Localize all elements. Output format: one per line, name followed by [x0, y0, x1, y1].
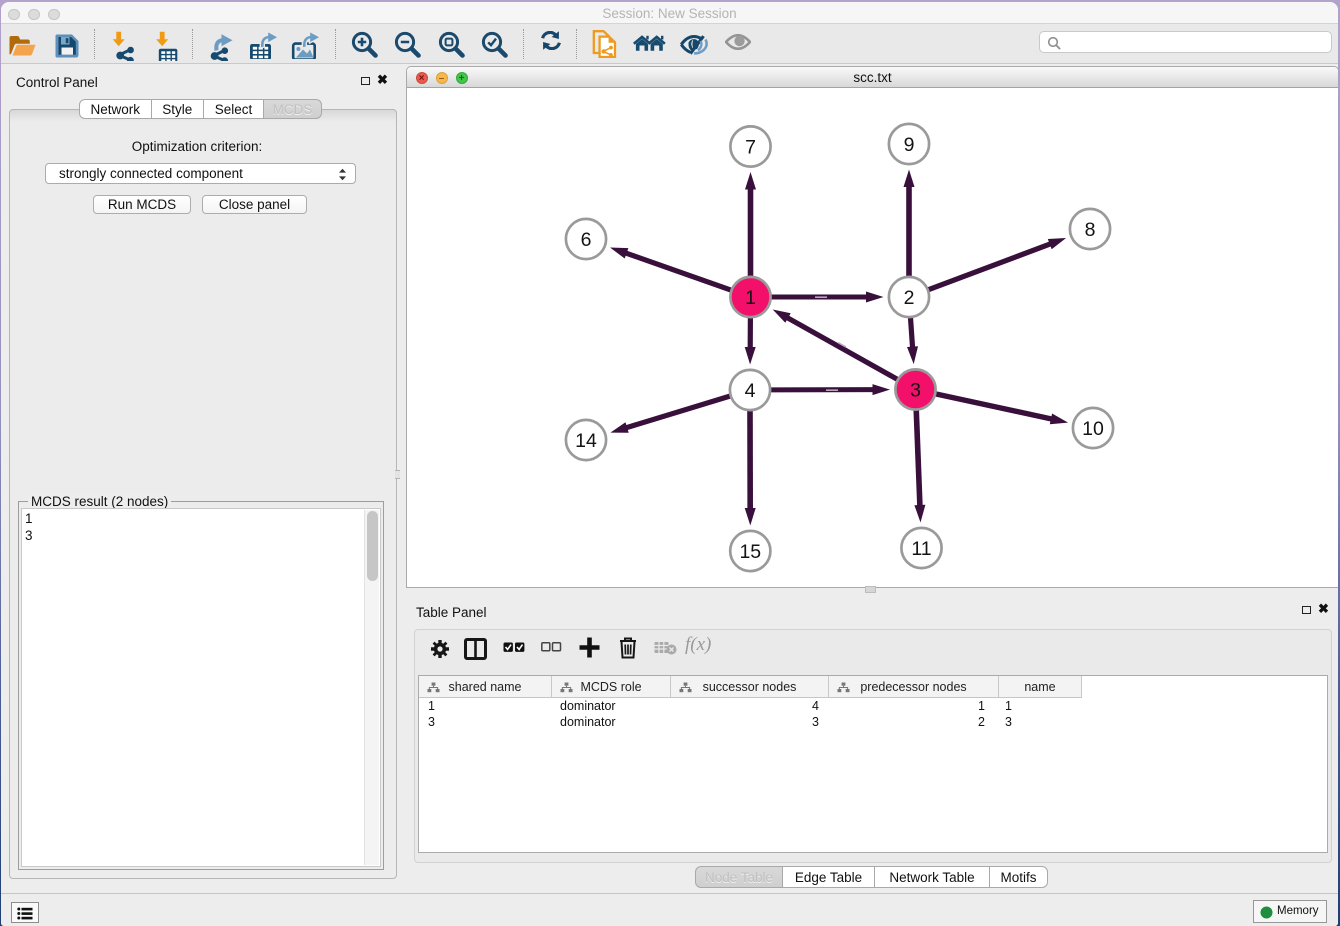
- svg-text:11: 11: [911, 538, 931, 560]
- svg-text:6: 6: [581, 229, 592, 251]
- svg-text:2: 2: [904, 287, 915, 309]
- svg-text:4: 4: [745, 380, 756, 402]
- svg-text:8: 8: [1085, 219, 1096, 241]
- svg-text:3: 3: [910, 379, 921, 401]
- svg-text:14: 14: [575, 430, 597, 452]
- svg-text:1: 1: [745, 287, 756, 309]
- svg-text:10: 10: [1082, 418, 1104, 440]
- svg-text:7: 7: [745, 136, 756, 158]
- svg-text:9: 9: [904, 134, 915, 156]
- svg-text:15: 15: [739, 541, 761, 563]
